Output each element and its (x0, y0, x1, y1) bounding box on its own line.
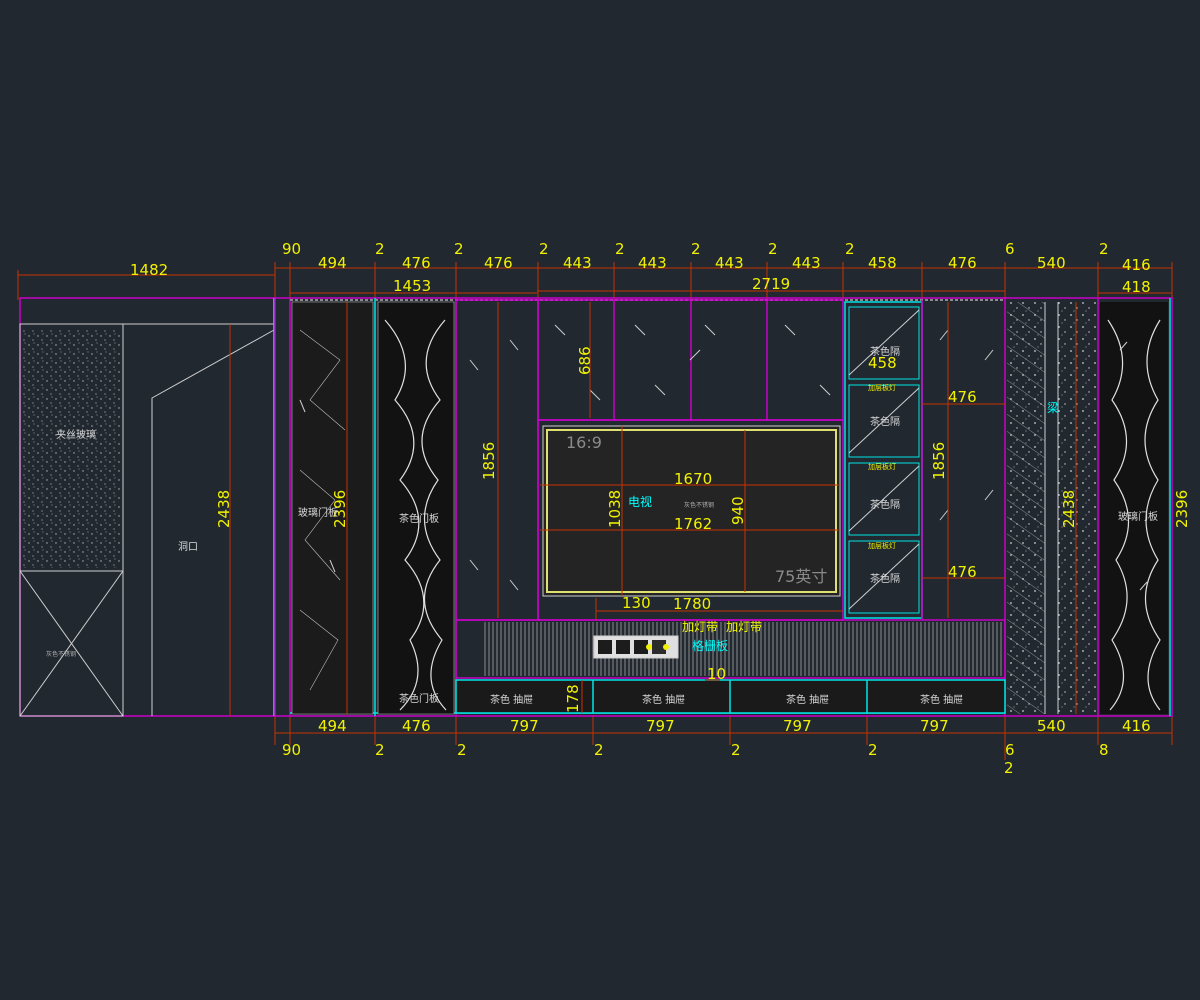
dim-443: 443 (563, 254, 592, 272)
dim-6: 6 (1005, 741, 1015, 759)
dim-476: 476 (402, 717, 431, 735)
drawer-label: 茶色 抽屉 (642, 693, 685, 706)
dim-2: 2 (539, 240, 549, 258)
dim-10: 10 (707, 665, 726, 683)
dim-90: 90 (282, 240, 301, 258)
dim-476: 476 (948, 563, 977, 581)
grille-label: 格栅板 (692, 638, 728, 653)
dim-540: 540 (1037, 254, 1066, 272)
dim-416: 416 (1122, 256, 1151, 274)
dim-797: 797 (646, 717, 675, 735)
dim-2438: 2438 (1060, 490, 1078, 528)
dim-1780: 1780 (673, 595, 711, 613)
tinted-door-label: 茶色门板 (399, 512, 439, 525)
dim-418: 418 (1122, 278, 1151, 296)
dim-1856: 1856 (480, 442, 498, 480)
dim-797: 797 (510, 717, 539, 735)
dim-1762: 1762 (674, 515, 712, 533)
shelf-light-label: 加层板灯 (868, 541, 896, 550)
dim-2: 2 (457, 741, 467, 759)
dim-2: 2 (615, 240, 625, 258)
elevation-drawing: 1482 90 494 2 476 2 476 2 443 2 443 2 44… (0, 0, 1200, 1000)
tinted-door-label: 茶色门板 (399, 692, 439, 705)
dim-476: 476 (948, 254, 977, 272)
dim-1482: 1482 (130, 261, 168, 279)
dim-476: 476 (484, 254, 513, 272)
dim-494: 494 (318, 254, 347, 272)
dim-940: 940 (729, 496, 747, 525)
drawer-label: 茶色 抽屉 (920, 693, 963, 706)
dim-8: 8 (1099, 741, 1109, 759)
dim-2719: 2719 (752, 275, 790, 293)
dim-686: 686 (576, 346, 594, 375)
glass-door-label: 玻璃门板 (298, 506, 338, 519)
shelf-label: 茶色隔 (870, 572, 900, 585)
dim-476: 476 (948, 388, 977, 406)
dim-494: 494 (318, 717, 347, 735)
dim-2: 2 (731, 741, 741, 759)
dim-2: 2 (594, 741, 604, 759)
dim-443: 443 (792, 254, 821, 272)
dim-2: 2 (454, 240, 464, 258)
dim-2: 2 (1099, 240, 1109, 258)
dim-797: 797 (920, 717, 949, 735)
glass-door-label: 玻璃门板 (1118, 510, 1158, 523)
dim-178: 178 (564, 684, 582, 713)
dim-443: 443 (638, 254, 667, 272)
tv-ratio-label: 16:9 (566, 433, 602, 452)
dim-458: 458 (868, 254, 897, 272)
shelf-label: 茶色隔 (870, 345, 900, 358)
dim-2: 2 (768, 240, 778, 258)
wood-panel-right (1100, 302, 1168, 714)
dim-1038: 1038 (606, 490, 624, 528)
dim-540: 540 (1037, 717, 1066, 735)
gray-steel-label: 灰色不锈钢 (46, 650, 76, 658)
dim-1670: 1670 (674, 470, 712, 488)
dim-2: 2 (1004, 759, 1014, 777)
dim-2438: 2438 (215, 490, 233, 528)
dim-2: 2 (375, 240, 385, 258)
dim-130: 130 (622, 594, 651, 612)
shelf-label: 茶色隔 (870, 498, 900, 511)
shelf-label: 茶色隔 (870, 415, 900, 428)
drawer-label: 茶色 抽屉 (786, 693, 829, 706)
light-strip-label: 加灯带 (726, 620, 762, 634)
opening-label: 洞口 (178, 541, 198, 553)
dim-416: 416 (1122, 717, 1151, 735)
dim-476: 476 (402, 254, 431, 272)
tv-size-label: 75英寸 (775, 567, 827, 586)
dim-443: 443 (715, 254, 744, 272)
tv-note-label: 灰色不锈钢 (684, 501, 714, 509)
light-strip-label: 加灯带 (682, 620, 718, 634)
dim-2: 2 (868, 741, 878, 759)
dim-1453: 1453 (393, 277, 431, 295)
dim-797: 797 (783, 717, 812, 735)
wire-glass-label: 夹丝玻璃 (56, 428, 96, 441)
dim-90: 90 (282, 741, 301, 759)
tv-label: 电视 (628, 494, 652, 509)
shelf-light-label: 加层板灯 (868, 462, 896, 471)
dim-2396: 2396 (1173, 490, 1191, 528)
dim-2: 2 (691, 240, 701, 258)
dim-2: 2 (845, 240, 855, 258)
dim-6: 6 (1005, 240, 1015, 258)
dim-1856: 1856 (930, 442, 948, 480)
shelf-light-label: 加层板灯 (868, 383, 896, 392)
dim-2: 2 (375, 741, 385, 759)
drawer-label: 茶色 抽屉 (490, 693, 533, 706)
beam-label: 梁 (1047, 400, 1059, 415)
